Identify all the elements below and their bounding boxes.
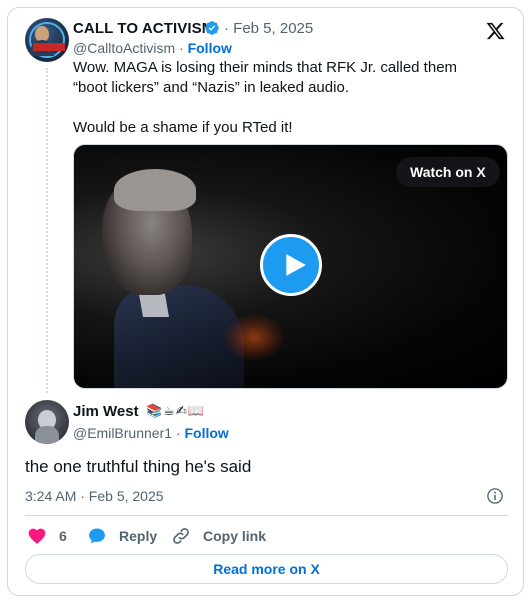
watch-on-x-button[interactable]: Watch on X xyxy=(396,157,500,187)
follow-emilbrunner1-link[interactable]: Follow xyxy=(184,425,228,441)
quoted-author-handle[interactable]: @CalltoActivism xyxy=(73,40,175,56)
copy-link-button[interactable]: Copy link xyxy=(171,525,266,547)
reply-button[interactable]: Reply xyxy=(87,525,157,547)
reply-author-name[interactable]: Jim West xyxy=(73,403,139,420)
jimwest-avatar[interactable] xyxy=(25,400,69,444)
play-button[interactable] xyxy=(260,234,322,296)
quoted-tweet-text-paragraph-1: Wow. MAGA is losing their minds that RFK… xyxy=(73,59,458,96)
reply-author-name-emoji: 📚☕✍📖 xyxy=(146,403,205,418)
reply-label: Reply xyxy=(119,528,158,544)
like-count: 6 xyxy=(59,528,67,544)
follow-calltoactivism-link[interactable]: Follow xyxy=(188,40,232,56)
calltoactivism-avatar[interactable] xyxy=(25,18,69,62)
reply-author-handle[interactable]: @EmilBrunner1 xyxy=(73,425,172,441)
link-icon xyxy=(173,528,189,544)
tweet-actions-bar: 6 Reply Copy link xyxy=(25,523,508,549)
reply-bubble-icon xyxy=(89,528,105,544)
actions-divider xyxy=(25,515,508,516)
like-button[interactable]: 6 xyxy=(27,525,67,547)
handle-separator: · xyxy=(172,425,185,441)
embedded-tweet-card: CALL TO ACTIVISM · Feb 5, 2025 @CalltoAc… xyxy=(7,7,524,596)
quoted-author-handle-row: @CalltoActivism · Follow xyxy=(73,40,232,56)
verified-badge-icon xyxy=(205,21,219,35)
quoted-tweet-date[interactable]: · Feb 5, 2025 xyxy=(224,20,313,37)
quoted-tweet-text: Wow. MAGA is losing their minds that RFK… xyxy=(73,58,493,138)
read-more-on-x-button[interactable]: Read more on X xyxy=(25,554,508,584)
video-player[interactable]: Watch on X xyxy=(73,144,508,389)
quoted-tweet-text-paragraph-2: Would be a shame if you RTed it! xyxy=(73,119,293,136)
info-icon[interactable] xyxy=(486,487,504,505)
thread-connector-line xyxy=(46,68,48,393)
quoted-author-name[interactable]: CALL TO ACTIVISM xyxy=(73,20,214,37)
reply-author-handle-row: @EmilBrunner1 · Follow xyxy=(73,425,229,441)
copy-link-label: Copy link xyxy=(203,528,267,544)
play-icon xyxy=(286,254,306,276)
reply-tweet-text: the one truthful thing he's said xyxy=(25,457,252,476)
handle-separator: · xyxy=(175,40,188,56)
heart-icon xyxy=(28,528,46,544)
x-logo-icon[interactable] xyxy=(485,21,506,41)
reply-tweet-timestamp[interactable]: 3:24 AM · Feb 5, 2025 xyxy=(25,488,164,504)
